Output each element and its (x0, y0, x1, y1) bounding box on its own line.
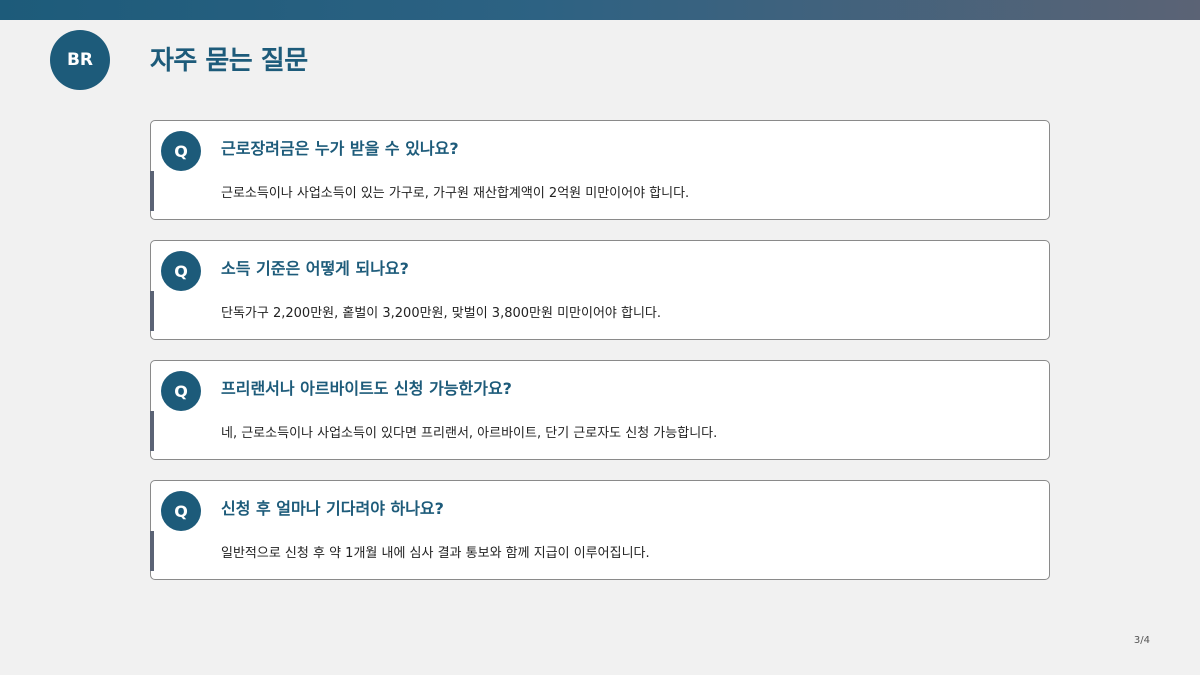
question-badge: Q (161, 251, 201, 291)
question-badge: Q (161, 131, 201, 171)
faq-answer: 근로소득이나 사업소득이 있는 가구로, 가구원 재산합계액이 2억원 미만이어… (221, 186, 690, 201)
faq-answer: 일반적으로 신청 후 약 1개월 내에 심사 결과 통보와 함께 지급이 이루어… (221, 546, 650, 561)
page-number: 3/4 (1133, 635, 1150, 646)
faq-list: Q 근로장려금은 누가 받을 수 있나요? 근로소득이나 사업소득이 있는 가구… (150, 120, 1050, 600)
question-badge: Q (161, 491, 201, 531)
faq-accent-bar (150, 531, 154, 571)
faq-item: Q 소득 기준은 어떻게 되나요? 단독가구 2,200만원, 홑벌이 3,20… (150, 240, 1050, 340)
faq-accent-bar (150, 171, 154, 211)
logo-text: BR (66, 50, 94, 70)
faq-question: 신청 후 얼마나 기다려야 하나요? (221, 499, 444, 518)
faq-item: Q 프리랜서나 아르바이트도 신청 가능한가요? 네, 근로소득이나 사업소득이… (150, 360, 1050, 460)
faq-answer: 네, 근로소득이나 사업소득이 있다면 프리랜서, 아르바이트, 단기 근로자도… (221, 426, 718, 441)
faq-accent-bar (150, 411, 154, 451)
faq-question: 프리랜서나 아르바이트도 신청 가능한가요? (221, 379, 512, 398)
faq-answer: 단독가구 2,200만원, 홑벌이 3,200만원, 맞벌이 3,800만원 미… (221, 306, 662, 321)
top-accent-bar (0, 0, 1200, 20)
faq-question: 소득 기준은 어떻게 되나요? (221, 259, 409, 278)
faq-item: Q 신청 후 얼마나 기다려야 하나요? 일반적으로 신청 후 약 1개월 내에… (150, 480, 1050, 580)
logo-badge: BR (50, 30, 110, 90)
faq-question: 근로장려금은 누가 받을 수 있나요? (221, 139, 459, 158)
question-badge: Q (161, 371, 201, 411)
page-title: 자주 묻는 질문 (150, 46, 308, 76)
faq-accent-bar (150, 291, 154, 331)
faq-item: Q 근로장려금은 누가 받을 수 있나요? 근로소득이나 사업소득이 있는 가구… (150, 120, 1050, 220)
